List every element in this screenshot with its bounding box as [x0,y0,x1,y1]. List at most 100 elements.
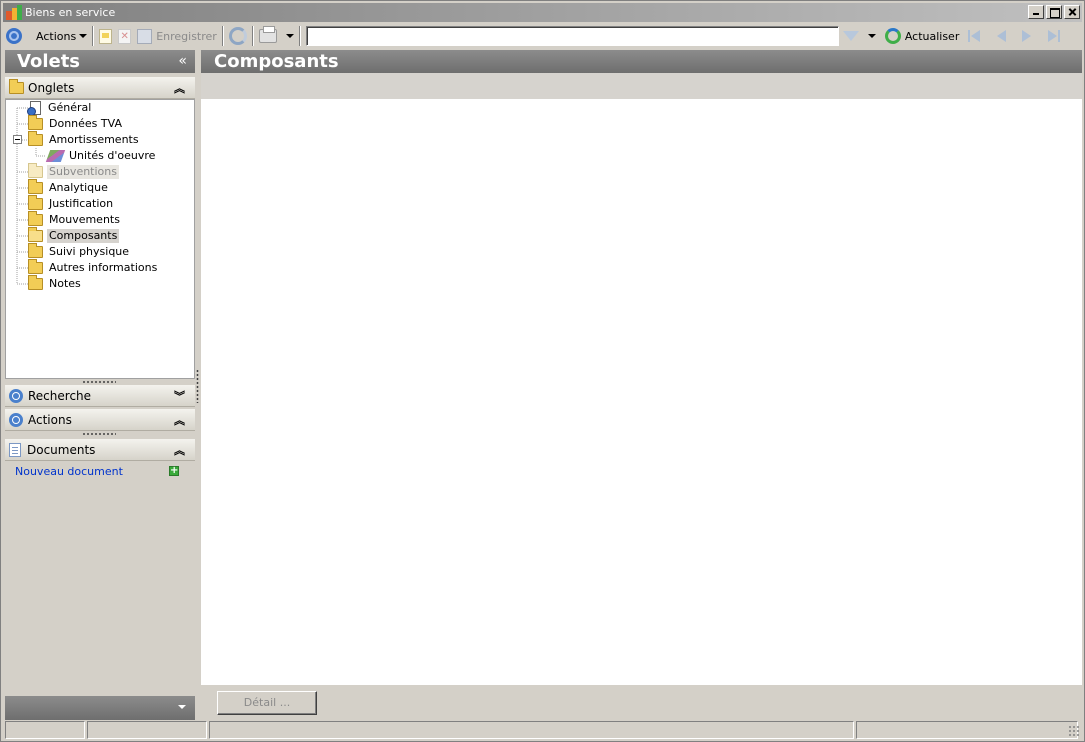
folder-icon [28,211,43,226]
save-icon [137,28,153,44]
tree-item-subventions[interactable]: Subventions [28,163,119,180]
app-logo-icon [6,5,22,20]
folder-icon [28,163,43,178]
collapse-pane-icon[interactable]: « [178,50,187,73]
tree-item-label: Justification [49,197,114,210]
tree-item-notes[interactable]: Notes [28,275,83,292]
add-document-icon[interactable]: + [169,466,179,476]
tree-expander-collapse[interactable] [13,135,22,144]
recherche-section-header[interactable]: Recherche ︾ [5,385,195,407]
folder-icon [28,275,43,290]
status-cell [5,721,85,739]
tree-item-label: Composants [47,229,120,243]
printer-icon [258,26,277,43]
status-cell [856,721,1078,739]
first-record-icon[interactable] [967,29,983,43]
tree-item-unites-oeuvre[interactable]: Unités d'oeuvre [45,148,157,164]
folder-icon [28,179,43,194]
new-button[interactable] [96,25,115,47]
chevron-double-up-icon[interactable]: ︽ [174,412,185,428]
left-pane-footer[interactable] [5,696,195,720]
left-pane: Volets « Onglets ︽ Général Données TVA A… [5,50,195,720]
page-title: Composants [201,50,1082,73]
save-label: Enregistrer [156,29,217,43]
toolbar-separator [298,26,301,46]
chevron-down-icon [79,34,88,38]
toolbar-separator [92,26,95,46]
resize-grip-icon[interactable] [1068,725,1080,737]
tree-item-label: Analytique [49,181,108,194]
actions-ring-icon [9,412,23,427]
content-footer: Détail ... [201,685,1082,720]
window-controls [1028,5,1080,19]
tree-item-label: Autres informations [49,261,158,274]
detail-button[interactable]: Détail ... [217,691,317,715]
toolbar-separator [221,26,224,46]
sync-button[interactable] [226,25,250,47]
tree-item-amortissements[interactable]: Amortissements [28,131,141,148]
onglets-tree: Général Données TVA Amortissements Unité… [5,99,195,379]
document-icon [9,442,21,457]
section-splitter[interactable] [5,431,195,437]
status-cell [209,721,854,739]
actions-menu-button[interactable]: Actions [3,25,90,47]
recherche-title: Recherche [28,388,92,403]
actions-title: Actions [28,412,72,427]
search-input[interactable] [305,26,839,46]
tree-item-donnees-tva[interactable]: Données TVA [28,115,124,132]
tree-item-autres-informations[interactable]: Autres informations [28,259,159,276]
onglets-title: Onglets [28,80,75,95]
delete-button[interactable]: ✕ [115,25,134,47]
refresh-label: Actualiser [904,29,960,43]
new-document-row: Nouveau document + [5,461,195,481]
delete-icon: ✕ [118,28,132,44]
onglets-section-header[interactable]: Onglets ︽ [5,77,195,99]
content-subbar [201,73,1082,99]
app-window: Biens en service Actions ✕ Enregistrer A… [0,0,1085,742]
save-button[interactable]: Enregistrer [134,25,220,47]
folder-open-icon [28,227,43,242]
chevron-double-down-icon[interactable]: ︾ [174,388,185,404]
tree-item-analytique[interactable]: Analytique [28,179,110,196]
status-bar [5,721,1082,739]
tree-item-general[interactable]: Général [27,100,93,116]
folder-icon [28,259,43,274]
documents-title: Documents [27,442,96,457]
window-title: Biens en service [25,6,116,19]
print-button[interactable] [256,25,297,47]
tree-item-label: Données TVA [49,117,122,130]
tree-item-label: Subventions [47,165,119,179]
toolbar-separator [251,26,254,46]
tree-item-mouvements[interactable]: Mouvements [28,211,122,228]
new-document-link[interactable]: Nouveau document [15,465,123,478]
maximize-button[interactable] [1046,5,1062,19]
title-bar: Biens en service [3,3,1082,22]
filter-dropdown-icon[interactable] [867,34,876,38]
content-area [201,99,1082,685]
close-button[interactable] [1064,5,1080,19]
chevron-double-up-icon[interactable]: ︽ [174,80,185,96]
units-icon [45,150,66,162]
chevron-down-icon [285,34,294,38]
next-record-icon[interactable] [1019,29,1035,43]
tree-item-label: Amortissements [49,133,139,146]
status-cell [87,721,207,739]
tree-item-composants[interactable]: Composants [28,227,120,244]
vertical-splitter[interactable] [196,369,199,403]
volets-title: Volets [17,51,81,72]
refresh-button[interactable]: Actualiser [882,25,963,47]
tree-item-suivi-physique[interactable]: Suivi physique [28,243,131,260]
sync-icon [228,27,247,45]
minimize-button[interactable] [1028,5,1044,19]
chevron-double-up-icon[interactable]: ︽ [174,442,185,458]
previous-record-icon[interactable] [993,29,1009,43]
actions-section-header[interactable]: Actions ︽ [5,409,195,431]
search-ring-icon [9,388,23,403]
filter-icon[interactable] [842,31,859,41]
last-record-icon[interactable] [1045,29,1061,43]
tree-item-justification[interactable]: Justification [28,195,115,212]
chevron-down-icon[interactable] [178,705,186,709]
documents-section-header[interactable]: Documents ︽ [5,439,195,461]
actions-ring-icon [6,28,22,44]
folder-icon [28,115,43,130]
